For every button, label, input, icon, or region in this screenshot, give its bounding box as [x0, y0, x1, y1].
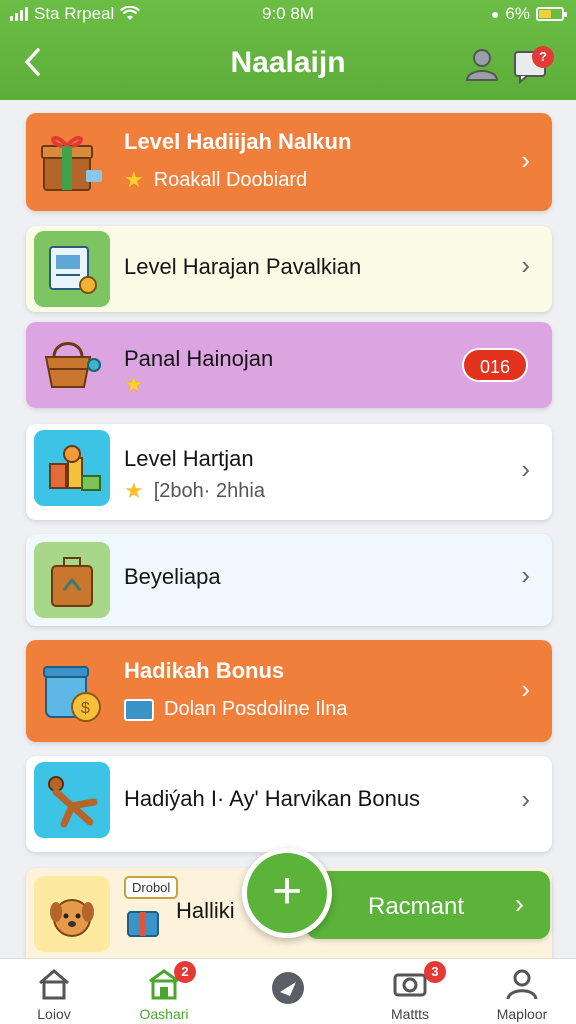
compass-icon [272, 972, 304, 1004]
toys-icon [34, 430, 110, 506]
star-icon: ★ [124, 478, 144, 503]
chevron-right-icon: › [521, 674, 530, 704]
card-title: Beyeliapa [124, 564, 221, 589]
star-icon: ★ [124, 167, 144, 192]
chevron-right-icon: › [521, 250, 530, 280]
alarm-icon: ● [490, 6, 500, 22]
chevron-right-icon: › [514, 888, 524, 919]
tab-messages[interactable]: 3 Mattts [362, 959, 458, 1024]
coin-jar-icon: $ [34, 653, 110, 729]
svg-text:$: $ [81, 700, 90, 717]
image-icon [124, 698, 154, 721]
add-button[interactable]: + [242, 848, 332, 938]
battery-icon [536, 7, 567, 21]
reward-card-level-harajan[interactable]: Level Harajan Pavalkian › [26, 226, 552, 312]
tab-store[interactable]: 2 Oashari [116, 959, 212, 1024]
reward-card-beyeliapa[interactable]: Beyeliapa › [26, 534, 552, 626]
card-subtitle: ★ [2boh· 2hhia [124, 478, 265, 503]
primary-action-label: Racmant [368, 893, 465, 920]
card-title: Level Hartjan [124, 446, 254, 471]
chevron-right-icon: › [521, 454, 530, 484]
reward-card-panal-hainojan[interactable]: Panal Hainojan ★ 016 [26, 322, 552, 408]
reward-card-hadikah-bonus[interactable]: $ Hadikah Bonus Dolan Posdoline Ilna › [26, 640, 552, 742]
card-title: Panal Hainojan [124, 346, 274, 371]
clock: 9:0 8M [262, 4, 314, 23]
app-header: Sta Rrpeal 9:0 8M ● 6% Naalaijn ? [0, 0, 576, 100]
stretch-figure-icon [34, 762, 110, 838]
battery-percent: 6% [505, 4, 530, 23]
reward-card-level-hadiijah[interactable]: Level Hadiijah Nalkun ★ Roakall Doobiard… [26, 113, 552, 211]
camera-icon [393, 973, 427, 997]
reward-card-level-hartjan[interactable]: Level Hartjan ★ [2boh· 2hhia › [26, 424, 552, 520]
notification-badge: ? [532, 46, 554, 68]
card-subtitle: ★ Roakall Doobiard [124, 167, 308, 192]
plus-icon: + [271, 862, 303, 920]
suitcase-icon [34, 542, 110, 618]
tab-label: Mattts [390, 1006, 430, 1022]
card-tag: Drobol [124, 876, 179, 899]
tab-label: Maploor [496, 1006, 548, 1022]
count-badge: 016 [462, 348, 528, 382]
profile-button[interactable] [462, 44, 502, 84]
star-icon: ★ [124, 372, 144, 397]
user-icon [465, 49, 499, 81]
tab-label: Oashari [139, 1006, 189, 1022]
bottom-tab-bar: Loiov 2 Oashari 3 Mattts Maploor [0, 958, 576, 1024]
card-title: Halliki [176, 898, 235, 923]
tab-badge: 2 [174, 961, 196, 983]
document-icon [34, 231, 110, 307]
chevron-right-icon: › [521, 784, 530, 814]
card-title: Level Harajan Pavalkian [124, 254, 362, 279]
gift-stack-icon [124, 900, 164, 940]
puppy-icon [34, 876, 110, 952]
tab-profile[interactable]: Maploor [474, 959, 570, 1024]
messages-button[interactable]: ? [512, 44, 556, 85]
tab-explore[interactable] [240, 959, 336, 1024]
basket-icon [34, 327, 110, 403]
card-subtitle: Dolan Posdoline Ilna [124, 698, 347, 721]
tab-label: Loiov [37, 1006, 71, 1022]
tab-home[interactable]: Loiov [6, 959, 102, 1024]
chevron-right-icon: › [521, 560, 530, 590]
primary-action-button[interactable]: Racmant › [306, 871, 550, 939]
card-title: Level Hadiijah Nalkun [124, 129, 352, 154]
status-bar: Sta Rrpeal 9:0 8M ● 6% [0, 0, 576, 30]
card-title: Hadiýah I· Ay' Harvikan Bonus [124, 786, 421, 811]
home-icon [39, 969, 69, 1000]
chevron-right-icon: › [521, 145, 530, 175]
tab-badge: 3 [424, 961, 446, 983]
gift-box-icon [34, 124, 110, 200]
user-icon [506, 969, 538, 1000]
reward-card-hadiyah-bonus[interactable]: Hadiýah I· Ay' Harvikan Bonus › [26, 756, 552, 852]
card-title: Hadikah Bonus [124, 658, 285, 683]
